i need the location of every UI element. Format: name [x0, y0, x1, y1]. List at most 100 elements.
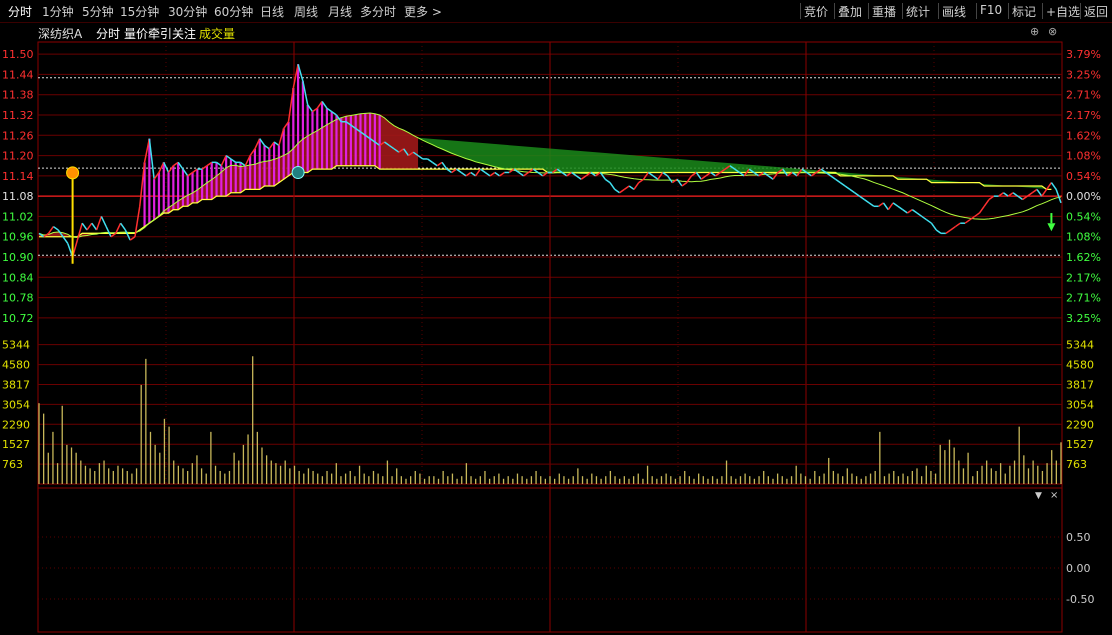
price-tick-label: 11.08 — [2, 190, 34, 203]
price-line-segment — [666, 175, 673, 184]
price-line-segment — [849, 188, 856, 194]
volume-tick-label-right: 1527 — [1066, 438, 1094, 451]
pct-tick-label: 3.25% — [1066, 312, 1101, 325]
price-line-segment — [1031, 188, 1038, 194]
price-line-segment — [1036, 188, 1043, 197]
volume-tick-label: 3054 — [2, 398, 30, 411]
price-line-segment — [868, 202, 875, 207]
pct-tick-label: 1.62% — [1066, 251, 1101, 264]
pct-tick-label: 2.17% — [1066, 109, 1101, 122]
price-line-segment — [863, 198, 870, 204]
buy-marker-icon — [66, 166, 80, 180]
price-line-segment — [882, 202, 889, 211]
volume-tick-label: 2290 — [2, 418, 30, 431]
price-line-segment — [460, 171, 467, 177]
price-line-segment — [604, 178, 611, 184]
price-line-segment — [124, 229, 131, 241]
pct-tick-label: 3.25% — [1066, 68, 1101, 81]
price-line-segment — [489, 171, 496, 177]
close-indicator-icon: × — [1050, 490, 1058, 501]
price-tick-label: 11.38 — [2, 89, 34, 102]
intraday-chart: 11.50 3.79% 11.44 3.25% 11.38 2.71% 11.32 2.17%… — [2, 41, 1101, 633]
dropdown-icon: ▼ — [1035, 491, 1042, 501]
pct-tick-label: 0.00% — [1066, 190, 1101, 203]
price-line-segment — [930, 222, 937, 231]
price-line-segment — [921, 215, 928, 221]
price-tick-label: 11.50 — [2, 48, 34, 61]
price-line-segment — [129, 236, 136, 241]
pct-tick-label: 3.79% — [1066, 48, 1101, 61]
volume-tick-label-right: 3054 — [1066, 398, 1094, 411]
price-line-segment — [100, 216, 107, 227]
price-line-segment — [86, 222, 93, 231]
volume-tick-label-right: 3817 — [1066, 378, 1094, 391]
volume-tick-label: 4580 — [2, 359, 30, 372]
price-line-segment — [916, 212, 923, 218]
volume-tick-label-right: 763 — [1066, 458, 1087, 471]
price-line-segment — [950, 225, 956, 231]
price-line-segment — [935, 229, 942, 234]
price-line-segment — [652, 175, 659, 180]
price-line-segment — [523, 171, 529, 177]
pct-tick-label: 1.62% — [1066, 129, 1101, 142]
price-line-segment — [76, 222, 83, 241]
price-tick-label: 11.26 — [2, 129, 34, 142]
price-line-segment — [484, 171, 491, 177]
price-tick-label: 10.90 — [2, 251, 34, 264]
price-line-segment — [81, 222, 88, 231]
pct-tick-label: 2.71% — [1066, 89, 1101, 102]
price-line-segment — [878, 202, 884, 207]
price-line-segment — [945, 229, 952, 234]
price-line-segment — [417, 154, 424, 160]
price-line-segment — [839, 182, 846, 187]
price-line-segment — [432, 161, 438, 167]
price-line-segment — [835, 178, 841, 184]
price-line-segment — [518, 171, 525, 177]
indicator-green-band — [418, 137, 1052, 190]
volume-tick-label-right: 4580 — [1066, 359, 1094, 372]
price-line-segment — [105, 226, 112, 238]
pct-tick-label: 2.71% — [1066, 292, 1101, 305]
volume-tick-label: 1527 — [2, 438, 30, 451]
price-line-segment — [436, 161, 443, 167]
price-line-segment — [681, 182, 688, 187]
price-line-segment — [628, 185, 635, 190]
indicator-tick-label: 0.00 — [1066, 562, 1091, 575]
price-line-segment — [887, 202, 894, 211]
pct-tick-label: 1.08% — [1066, 231, 1101, 244]
price-line-segment — [633, 182, 640, 190]
price-line-segment — [470, 171, 477, 177]
indicator-tick-label: -0.50 — [1066, 593, 1094, 606]
price-line-segment — [619, 188, 625, 194]
price-line-segment — [902, 209, 908, 214]
price-line-segment — [1050, 182, 1057, 190]
price-line-segment — [844, 185, 851, 190]
price-tick-label: 10.72 — [2, 312, 34, 325]
price-line-segment — [52, 225, 59, 231]
price-line-segment — [1045, 182, 1053, 190]
volume-tick-label-right: 2290 — [1066, 418, 1094, 431]
price-line-segment — [1041, 188, 1048, 197]
price-tick-label: 11.14 — [2, 170, 34, 183]
price-tick-label: 11.32 — [2, 109, 34, 122]
down-arrow-icon — [1047, 223, 1056, 232]
price-line-segment — [767, 175, 774, 180]
price-line-segment — [700, 175, 707, 180]
price-line-segment — [580, 175, 587, 180]
price-line-segment — [623, 185, 630, 190]
price-line-segment — [119, 222, 126, 231]
sell-marker-icon — [291, 165, 305, 179]
price-tick-label: 10.96 — [2, 231, 34, 244]
volume-tick-label: 5344 — [2, 339, 30, 352]
price-line-segment — [907, 209, 913, 214]
pct-tick-label: 0.54% — [1066, 170, 1101, 183]
volume-tick-label: 3817 — [2, 378, 30, 391]
price-line-segment — [897, 205, 904, 211]
price-line-segment — [964, 219, 971, 224]
volume-tick-label: 763 — [2, 458, 23, 471]
price-line-segment — [830, 175, 836, 180]
price-line-segment — [95, 216, 103, 231]
price-line-segment — [575, 175, 582, 180]
price-line-segment — [955, 222, 961, 228]
price-line-segment — [974, 212, 980, 218]
